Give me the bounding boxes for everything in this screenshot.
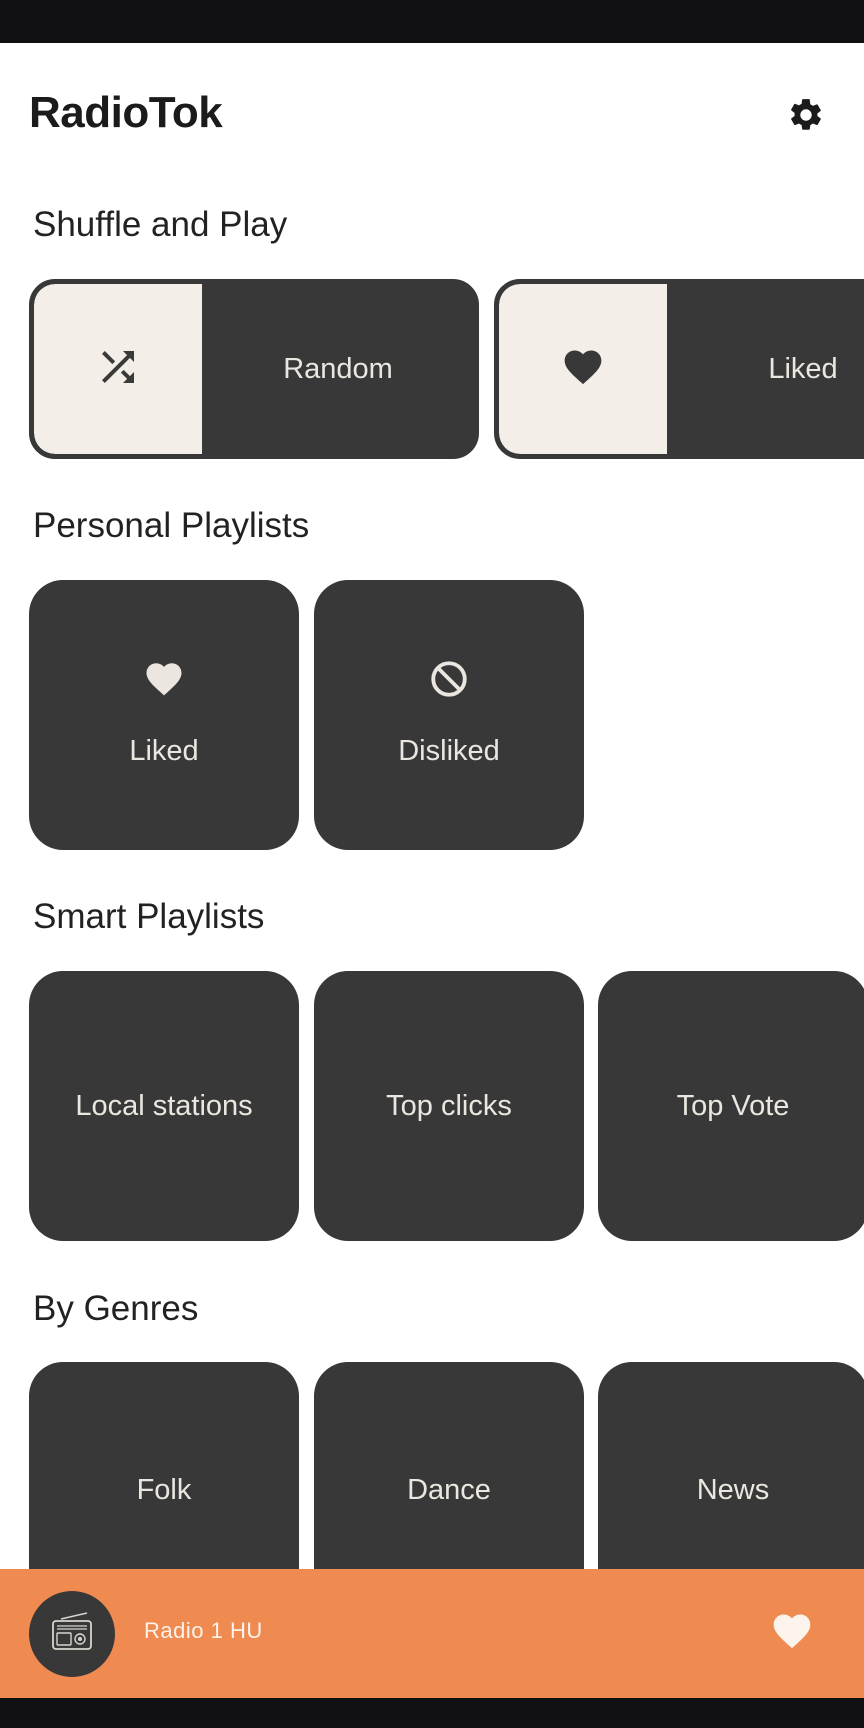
status-bar	[0, 0, 864, 43]
tile-label: Local stations	[75, 1089, 253, 1122]
shuffle-card-random[interactable]: Random	[29, 279, 479, 459]
block-icon	[428, 658, 470, 708]
shuffle-thumb	[499, 284, 667, 454]
mini-player[interactable]: Radio 1 HU	[0, 1569, 864, 1698]
playlist-tile-top-clicks[interactable]: Top clicks	[314, 971, 584, 1241]
heart-icon	[770, 1609, 814, 1658]
section-title-genres: By Genres	[33, 1289, 199, 1328]
smart-row[interactable]: Local stations Top clicks Top Vote	[0, 971, 864, 1241]
navigation-bar	[0, 1698, 864, 1728]
heart-icon	[561, 345, 605, 394]
radio-icon	[47, 1607, 97, 1662]
tile-label: Dance	[407, 1474, 491, 1506]
playlist-tile-disliked[interactable]: Disliked	[314, 580, 584, 850]
genre-tile-news[interactable]: News	[598, 1362, 864, 1569]
shuffle-label: Random	[283, 352, 393, 385]
station-name: Radio 1 HU	[144, 1618, 263, 1643]
like-button[interactable]	[768, 1609, 816, 1657]
tile-label: News	[696, 1474, 770, 1506]
gear-icon	[787, 96, 825, 139]
tile-label: Top Vote	[676, 1089, 790, 1122]
station-artwork	[29, 1591, 115, 1677]
tile-label: Folk	[136, 1474, 192, 1506]
playlist-tile-local-stations[interactable]: Local stations	[29, 971, 299, 1241]
heart-icon	[143, 658, 185, 708]
playlist-tile-liked[interactable]: Liked	[29, 580, 299, 850]
playlist-tile-top-vote[interactable]: Top Vote	[598, 971, 864, 1241]
genre-tile-folk[interactable]: Folk	[29, 1362, 299, 1569]
shuffle-row[interactable]: Random Liked	[0, 279, 864, 459]
tile-label: Disliked	[398, 734, 500, 767]
section-title-shuffle: Shuffle and Play	[33, 205, 288, 244]
section-title-personal: Personal Playlists	[33, 506, 310, 545]
settings-button[interactable]	[782, 93, 830, 141]
tile-label: Top clicks	[386, 1089, 512, 1122]
app-title: RadioTok	[29, 88, 223, 137]
shuffle-label: Liked	[768, 352, 838, 385]
shuffle-icon	[94, 343, 142, 396]
section-title-smart: Smart Playlists	[33, 897, 265, 936]
personal-row[interactable]: Liked Disliked	[0, 580, 864, 850]
shuffle-card-liked[interactable]: Liked	[494, 279, 864, 459]
genres-row[interactable]: Folk Dance News	[0, 1362, 864, 1569]
tile-label: Liked	[129, 734, 199, 767]
shuffle-thumb	[34, 284, 202, 454]
genre-tile-dance[interactable]: Dance	[314, 1362, 584, 1569]
